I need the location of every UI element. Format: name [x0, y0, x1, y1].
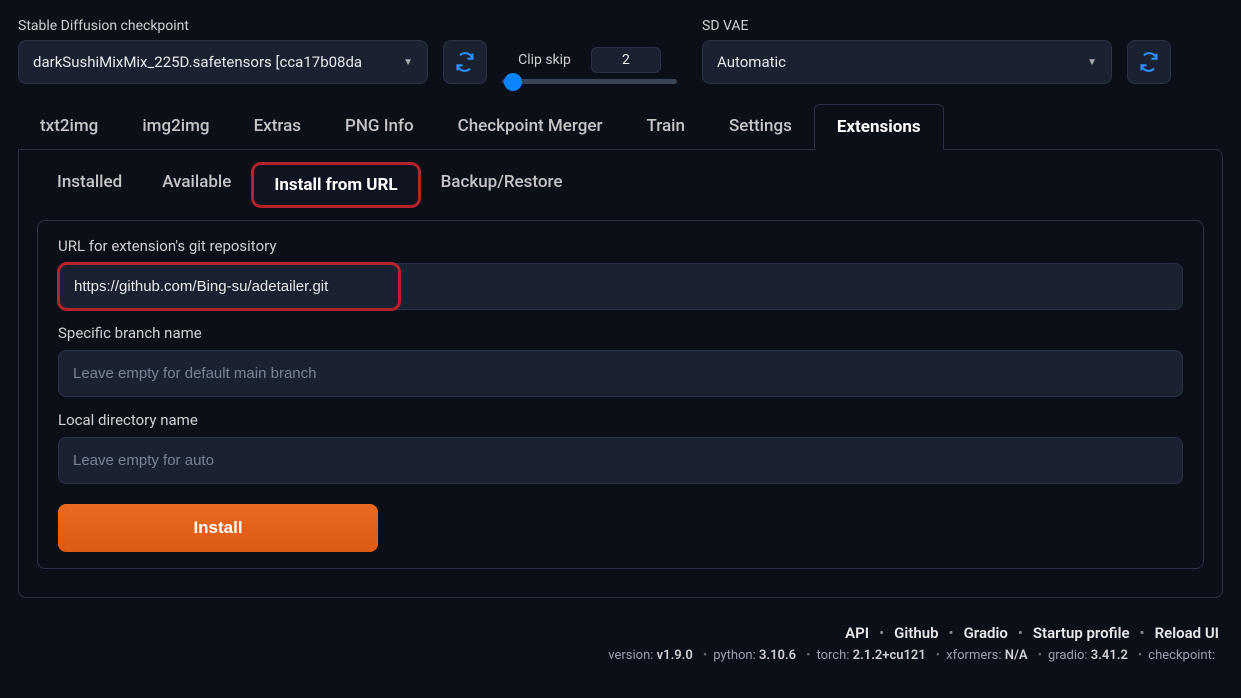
- version-xformers: xformers: N/A: [946, 648, 1027, 663]
- clipskip-slider[interactable]: [502, 79, 677, 84]
- clipskip-value[interactable]: 2: [591, 47, 661, 73]
- dir-field-group: Local directory name: [58, 411, 1183, 484]
- footer: API•Github•Gradio•Startup profile•Reload…: [18, 624, 1223, 663]
- subtab-installed[interactable]: Installed: [37, 162, 142, 208]
- version-torch: torch: 2.1.2+cu121: [816, 648, 925, 663]
- vae-group: SD VAE Automatic ▼: [702, 18, 1112, 84]
- version-python: python: 3.10.6: [713, 648, 796, 663]
- footer-link-github[interactable]: Github: [894, 624, 938, 642]
- branch-field-group: Specific branch name: [58, 324, 1183, 397]
- url-label: URL for extension's git repository: [58, 237, 1183, 255]
- vae-value: Automatic: [717, 53, 786, 71]
- tab-train[interactable]: Train: [625, 104, 707, 150]
- extensions-panel: InstalledAvailableInstall from URLBackup…: [18, 149, 1223, 598]
- top-toolbar: Stable Diffusion checkpoint darkSushiMix…: [18, 18, 1223, 84]
- tab-img2img[interactable]: img2img: [120, 104, 231, 150]
- slider-thumb[interactable]: [504, 73, 522, 91]
- sub-tabs: InstalledAvailableInstall from URLBackup…: [19, 162, 1222, 208]
- url-field-group: URL for extension's git repository: [58, 237, 1183, 310]
- url-highlight-box: [57, 262, 401, 311]
- refresh-vae-button[interactable]: [1127, 40, 1171, 84]
- footer-links: API•Github•Gradio•Startup profile•Reload…: [18, 624, 1219, 642]
- footer-versions: version: v1.9.0•python: 3.10.6•torch: 2.…: [18, 648, 1219, 663]
- tab-txt2img[interactable]: txt2img: [18, 104, 120, 150]
- checkpoint-group: Stable Diffusion checkpoint darkSushiMix…: [18, 18, 428, 84]
- checkpoint-select[interactable]: darkSushiMixMix_225D.safetensors [cca17b…: [18, 40, 428, 84]
- clipskip-label: Clip skip: [518, 52, 571, 68]
- footer-link-api[interactable]: API: [845, 624, 869, 642]
- install-button[interactable]: Install: [58, 504, 378, 552]
- refresh-checkpoint-button[interactable]: [443, 40, 487, 84]
- checkpoint-value: darkSushiMixMix_225D.safetensors [cca17b…: [33, 53, 362, 71]
- footer-link-reload-ui[interactable]: Reload UI: [1155, 624, 1219, 642]
- footer-link-gradio[interactable]: Gradio: [964, 624, 1008, 642]
- dir-label: Local directory name: [58, 411, 1183, 429]
- version-version: version: v1.9.0: [608, 648, 693, 663]
- tab-png-info[interactable]: PNG Info: [323, 104, 436, 150]
- tab-extras[interactable]: Extras: [232, 104, 323, 150]
- subtab-install-from-url[interactable]: Install from URL: [251, 162, 420, 208]
- url-input[interactable]: [62, 267, 396, 306]
- chevron-down-icon: ▼: [403, 57, 413, 68]
- main-tabs: txt2imgimg2imgExtrasPNG InfoCheckpoint M…: [18, 104, 1223, 150]
- version-gradio: gradio: 3.41.2: [1048, 648, 1128, 663]
- tab-checkpoint-merger[interactable]: Checkpoint Merger: [436, 104, 625, 150]
- branch-input[interactable]: [58, 350, 1183, 397]
- branch-label: Specific branch name: [58, 324, 1183, 342]
- version-checkpoint: checkpoint:: [1148, 648, 1215, 663]
- dir-input[interactable]: [58, 437, 1183, 484]
- refresh-icon: [1139, 52, 1159, 72]
- vae-select[interactable]: Automatic ▼: [702, 40, 1112, 84]
- install-from-url-panel: URL for extension's git repository Speci…: [37, 220, 1204, 569]
- chevron-down-icon: ▼: [1087, 57, 1097, 68]
- footer-link-startup-profile[interactable]: Startup profile: [1033, 624, 1130, 642]
- vae-label: SD VAE: [702, 18, 1112, 34]
- url-input-wrapper: [58, 263, 1183, 310]
- tab-settings[interactable]: Settings: [707, 104, 814, 150]
- subtab-backup-restore[interactable]: Backup/Restore: [421, 162, 583, 208]
- clipskip-group: Clip skip 2: [502, 47, 677, 84]
- subtab-available[interactable]: Available: [142, 162, 251, 208]
- tab-extensions[interactable]: Extensions: [814, 104, 944, 150]
- refresh-icon: [455, 52, 475, 72]
- checkpoint-label: Stable Diffusion checkpoint: [18, 18, 428, 34]
